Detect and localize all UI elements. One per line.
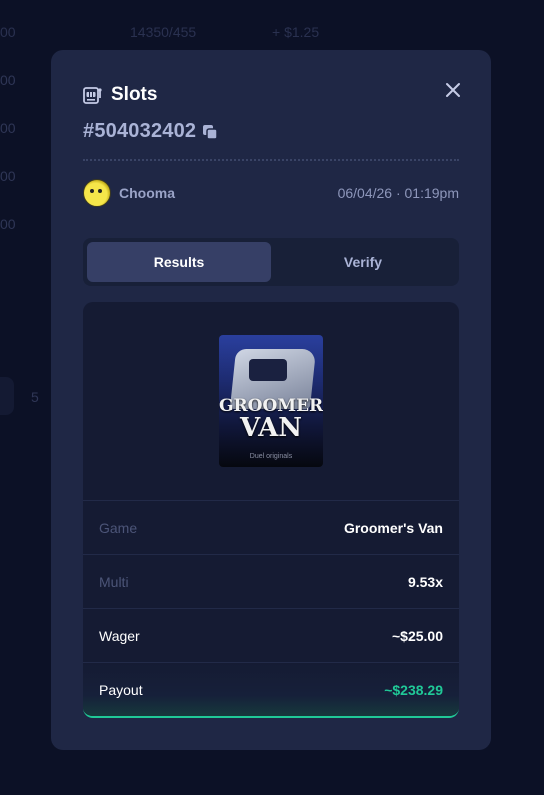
modal-header: Slots #504032402	[83, 84, 459, 143]
tab-bar: Results Verify	[83, 238, 459, 286]
bet-timestamp: 06/04/26 · 01:19pm	[337, 185, 459, 201]
bet-details-modal: Slots #504032402 Chooma 06/04/26 · 01:19…	[51, 50, 491, 750]
thumbnail-wrapper: GROOMER'S VAN Duel originals	[83, 302, 459, 500]
background-value: 00	[0, 72, 16, 88]
user-row: Chooma 06/04/26 · 01:19pm	[83, 178, 459, 208]
bet-id: #504032402	[83, 120, 197, 142]
close-button[interactable]	[441, 78, 465, 102]
game-thumbnail[interactable]: GROOMER'S VAN Duel originals	[219, 335, 323, 467]
background-text: 14350/455	[130, 24, 197, 40]
details-row-game: Game Groomer's Van	[83, 501, 459, 555]
game-name-value[interactable]: Groomer's Van	[344, 520, 443, 536]
background-text: + $1.25	[272, 24, 320, 40]
results-panel: GROOMER'S VAN Duel originals Game Groome…	[83, 302, 459, 718]
payout-value: ~$238.29	[384, 682, 443, 698]
avatar[interactable]	[83, 179, 111, 207]
title-row: Slots	[83, 84, 459, 106]
game-thumbnail-title: GROOMER'S VAN	[219, 397, 323, 441]
background-value: 00	[0, 24, 16, 40]
game-thumbnail-title-line2: VAN	[239, 413, 303, 443]
user-info[interactable]: Chooma	[83, 179, 175, 207]
details-label: Payout	[99, 682, 143, 698]
tab-results[interactable]: Results	[87, 242, 271, 282]
bet-id-row: #504032402	[83, 120, 459, 143]
header-divider	[83, 159, 459, 161]
wager-value: ~$25.00	[392, 627, 443, 644]
background-value: 00	[0, 216, 16, 232]
details-label: Multi	[99, 573, 129, 590]
details-row-payout: Payout ~$238.29	[83, 663, 459, 716]
details-label: Wager	[99, 627, 140, 644]
background-page-number: 5	[31, 389, 39, 405]
username[interactable]: Chooma	[119, 185, 175, 201]
van-window	[249, 359, 287, 381]
details-table: Game Groomer's Van Multi 9.53x Wager ~$2…	[83, 500, 459, 716]
modal-title: Slots	[111, 84, 158, 105]
close-icon	[446, 83, 460, 97]
background-value: 00	[0, 120, 16, 136]
tab-verify[interactable]: Verify	[271, 242, 455, 282]
multiplier-value: 9.53x	[407, 573, 443, 590]
background-pagination-button	[0, 377, 14, 415]
details-row-multi: Multi 9.53x	[83, 555, 459, 609]
details-label: Game	[99, 519, 138, 536]
copy-icon[interactable]	[202, 124, 218, 140]
details-row-wager: Wager ~$25.00	[83, 609, 459, 663]
game-thumbnail-subtitle: Duel originals	[249, 453, 293, 460]
background-value: 00	[0, 168, 16, 184]
slot-machine-icon	[83, 85, 103, 105]
